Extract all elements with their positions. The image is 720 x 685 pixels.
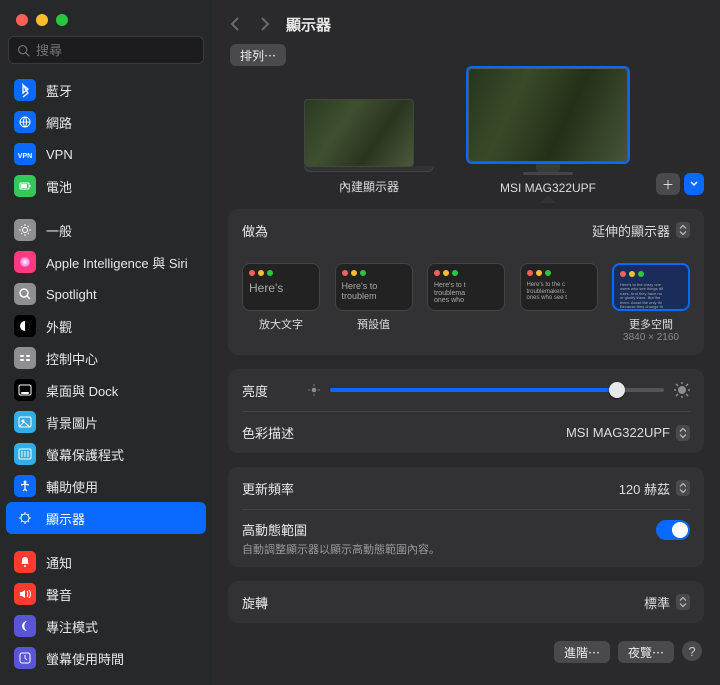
sidebar-list: 藍牙網路 VPN VPN 電池一般 Apple Intelligence 與 Siri S…: [0, 72, 212, 685]
color-profile-popup[interactable]: MSI MAG322UPF: [566, 425, 690, 441]
hdr-sublabel: 自動調整顯示器以顯示高動態範圍內容。: [242, 541, 440, 557]
rotation-panel: 旋轉 標準: [228, 581, 704, 623]
sidebar-item-label: 外觀: [46, 317, 72, 336]
sidebar-item-label: 聲音: [46, 585, 72, 604]
rotation-label: 旋轉: [242, 593, 268, 612]
sidebar-item-label: 電池: [46, 177, 72, 196]
resolution-option-0[interactable]: Here's放大文字: [242, 263, 320, 343]
use-as-panel: 做為 延伸的顯示器 Here's放大文字Here's totroublem預設值…: [228, 209, 704, 355]
use-as-popup[interactable]: 延伸的顯示器: [592, 221, 690, 240]
sidebar-item-accessibility[interactable]: 輔助使用: [6, 470, 206, 502]
sidebar-item-label: 一般: [46, 221, 72, 240]
search-field[interactable]: [8, 36, 204, 64]
sidebar-item-label: VPN: [46, 147, 73, 162]
search-input[interactable]: [36, 43, 212, 58]
sidebar-item-bluetooth[interactable]: 藍牙: [6, 74, 206, 106]
add-display-button[interactable]: ＋: [656, 173, 680, 195]
brightness-slider[interactable]: [330, 388, 664, 392]
close-button[interactable]: [16, 14, 28, 26]
display-external[interactable]: MSI MAG322UPF: [468, 68, 628, 195]
sidebar-item-focus[interactable]: 專注模式: [6, 610, 206, 642]
sidebar-item-label: 輔助使用: [46, 477, 98, 496]
sidebar-item-label: Apple Intelligence 與 Siri: [46, 253, 188, 272]
sidebar-item-battery[interactable]: 電池: [6, 170, 206, 202]
sidebar: 藍牙網路 VPN VPN 電池一般 Apple Intelligence 與 Siri S…: [0, 0, 212, 685]
display-external-label: MSI MAG322UPF: [468, 181, 628, 195]
display-settings-panel: 亮度 色彩描述 MSI MAG322UPF: [228, 369, 704, 453]
minimize-button[interactable]: [36, 14, 48, 26]
sidebar-item-wallpaper[interactable]: 背景圖片: [6, 406, 206, 438]
night-shift-button[interactable]: 夜覽⋯: [618, 641, 674, 663]
maximize-button[interactable]: [56, 14, 68, 26]
resolution-option-1[interactable]: Here's totroublem預設值: [335, 263, 413, 343]
page-title: 顯示器: [286, 14, 331, 35]
footer: 進階⋯ 夜覽⋯ ?: [228, 637, 704, 663]
sidebar-item-label: 藍牙: [46, 81, 72, 100]
sidebar-item-general[interactable]: 一般: [6, 214, 206, 246]
sidebar-item-label: 控制中心: [46, 349, 98, 368]
display-internal-label: 內建顯示器: [304, 178, 434, 195]
resolution-options: Here's放大文字Here's totroublem預設值Here's to …: [242, 251, 690, 355]
toolbar: 顯示器: [212, 0, 720, 44]
hdr-label: 高動態範圍: [242, 520, 440, 539]
forward-button[interactable]: [256, 13, 274, 35]
sidebar-item-desktop-dock[interactable]: 桌面與 Dock: [6, 374, 206, 406]
resolution-option-4[interactable]: Here's to the crazy oneusers who see thi…: [612, 263, 690, 343]
window-controls: [0, 0, 212, 36]
sidebar-item-vpn[interactable]: VPN VPN: [6, 138, 206, 170]
refresh-rate-popup[interactable]: 120 赫茲: [619, 479, 690, 498]
sidebar-item-sound[interactable]: 聲音: [6, 578, 206, 610]
rotation-popup[interactable]: 標準: [644, 593, 690, 612]
sidebar-item-network[interactable]: 網路: [6, 106, 206, 138]
color-profile-label: 色彩描述: [242, 423, 294, 442]
sidebar-item-screentime[interactable]: 螢幕使用時間: [6, 642, 206, 674]
help-button[interactable]: ?: [682, 641, 702, 661]
sidebar-item-label: 螢幕保護程式: [46, 445, 124, 464]
resolution-option-2[interactable]: Here's to ttroublemaones who: [427, 263, 505, 343]
refresh-panel: 更新頻率 120 赫茲 高動態範圍 自動調整顯示器以顯示高動態範圍內容。: [228, 467, 704, 567]
sidebar-item-label: 背景圖片: [46, 413, 98, 432]
display-internal[interactable]: 內建顯示器: [304, 99, 434, 195]
use-as-label: 做為: [242, 221, 268, 240]
sidebar-item-control-center[interactable]: 控制中心: [6, 342, 206, 374]
sidebar-item-notifications[interactable]: 通知: [6, 546, 206, 578]
hdr-switch[interactable]: [656, 520, 690, 540]
sidebar-item-label: 桌面與 Dock: [46, 381, 118, 400]
sidebar-item-label: 通知: [46, 553, 72, 572]
main-panel: 顯示器 排列⋯ 內建顯示器 MSI MAG322UPF: [212, 0, 720, 685]
sun-small-icon: [308, 384, 320, 396]
sidebar-item-label: 專注模式: [46, 617, 98, 636]
advanced-button[interactable]: 進階⋯: [554, 641, 610, 663]
sidebar-item-label: 網路: [46, 113, 72, 132]
sidebar-item-label: 顯示器: [46, 509, 85, 528]
sidebar-item-label: Spotlight: [46, 287, 97, 302]
sidebar-item-screensaver[interactable]: 螢幕保護程式: [6, 438, 206, 470]
sidebar-item-appearance[interactable]: 外觀: [6, 310, 206, 342]
add-display-menu[interactable]: [684, 173, 704, 195]
refresh-rate-label: 更新頻率: [242, 479, 294, 498]
brightness-label: 亮度: [242, 381, 268, 400]
chevrons-icon: [676, 222, 690, 238]
sidebar-item-displays[interactable]: 顯示器: [6, 502, 206, 534]
resolution-option-3[interactable]: Here's to the ctroublemakers.ones who se…: [520, 263, 598, 343]
sidebar-item-spotlight[interactable]: Spotlight: [6, 278, 206, 310]
back-button[interactable]: [226, 13, 244, 35]
sidebar-item-ai[interactable]: Apple Intelligence 與 Siri: [6, 246, 206, 278]
sun-large-icon: [674, 382, 690, 398]
display-picker: 內建顯示器 MSI MAG322UPF ＋: [228, 44, 704, 209]
svg-text:VPN: VPN: [18, 153, 32, 160]
sidebar-item-label: 螢幕使用時間: [46, 649, 124, 668]
search-icon: [17, 44, 30, 57]
